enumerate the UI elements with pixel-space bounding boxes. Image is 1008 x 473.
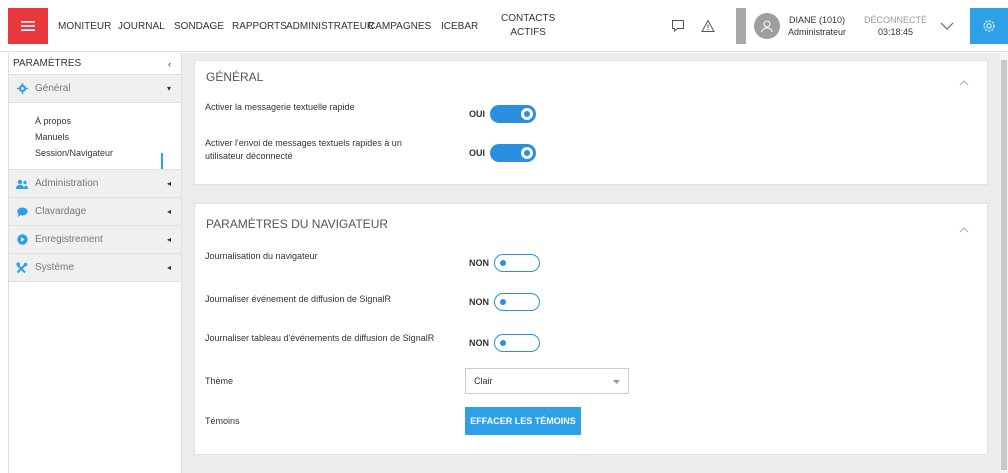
sidebar-item-label: Système bbox=[35, 262, 74, 273]
status-timer: 03:18:45 bbox=[877, 27, 914, 37]
gear-icon bbox=[983, 20, 995, 32]
nav-contacts-actifs[interactable]: CONTACTS ACTIFS bbox=[501, 0, 555, 52]
divider bbox=[736, 8, 746, 44]
nav-rapports[interactable]: RAPPORTS bbox=[232, 0, 287, 52]
toggle-state: NON bbox=[469, 338, 489, 348]
sidebar-subitem-manuels[interactable]: Manuels bbox=[35, 129, 181, 145]
tools-icon bbox=[15, 261, 29, 275]
setting-label: Journalisation du navigateur bbox=[205, 251, 318, 261]
nav-campagnes[interactable]: CAMPAGNES bbox=[368, 0, 431, 52]
toggle-switch[interactable] bbox=[494, 334, 540, 352]
theme-select-value: Clair bbox=[474, 376, 493, 386]
sidebar-subitem-a-propos[interactable]: À propos bbox=[35, 113, 181, 129]
active-indicator bbox=[161, 153, 163, 169]
cookies-label: Témoins bbox=[205, 416, 240, 426]
hamburger-icon bbox=[21, 21, 35, 31]
users-icon bbox=[15, 177, 29, 191]
signalr-event-toggle[interactable]: NON bbox=[469, 293, 540, 311]
user-name: DIANE (1010) bbox=[789, 15, 846, 25]
nav-icebar[interactable]: ICEBAR bbox=[441, 0, 478, 52]
toggle-switch[interactable] bbox=[490, 105, 537, 123]
toggle-state: OUI bbox=[469, 109, 486, 119]
chevron-up-icon[interactable] bbox=[959, 73, 969, 86]
caret-left-icon: ◂ bbox=[166, 263, 171, 272]
nav-sondage[interactable]: SONDAGE bbox=[174, 0, 224, 52]
settings-button[interactable] bbox=[970, 8, 1008, 44]
sidebar-item-enregistrement[interactable]: Enregistrement ◂ bbox=[9, 226, 181, 254]
toggle-switch[interactable] bbox=[490, 144, 537, 162]
user-role: Administrateur bbox=[788, 27, 847, 37]
chat-icon bbox=[15, 205, 29, 219]
message-icon[interactable] bbox=[666, 14, 690, 38]
status-dropdown[interactable] bbox=[940, 18, 954, 36]
toggle-state: OUI bbox=[469, 148, 486, 158]
record-icon bbox=[15, 233, 29, 247]
status-label: DÉCONNECTÉ bbox=[864, 15, 928, 25]
quick-messaging-toggle[interactable]: OUI bbox=[469, 105, 537, 123]
setting-label: Journaliser tableau d'événements de diff… bbox=[205, 333, 435, 343]
toggle-knob bbox=[520, 107, 535, 121]
sidebar-item-systeme[interactable]: Système ◂ bbox=[9, 254, 181, 282]
sidebar-item-clavardage[interactable]: Clavardage ◂ bbox=[9, 198, 181, 226]
toggle-knob bbox=[496, 336, 510, 350]
caret-left-icon: ◂ bbox=[166, 179, 171, 188]
scrollbar-thumb[interactable] bbox=[1001, 60, 1007, 470]
toggle-knob bbox=[496, 256, 510, 270]
sidebar-collapse-icon[interactable]: ‹ bbox=[168, 59, 171, 69]
setting-label-line2: utilisateur déconnecté bbox=[205, 151, 293, 161]
warning-icon[interactable] bbox=[696, 14, 720, 38]
sidebar-item-label: Général bbox=[35, 83, 71, 94]
chevron-down-icon bbox=[940, 22, 954, 30]
general-panel: GÉNÉRAL Activer la messagerie textuelle … bbox=[194, 60, 988, 185]
main-content: GÉNÉRAL Activer la messagerie textuelle … bbox=[182, 53, 1004, 473]
toggle-knob bbox=[520, 146, 535, 160]
signalr-array-toggle[interactable]: NON bbox=[469, 334, 540, 352]
caret-left-icon: ◂ bbox=[166, 207, 171, 216]
panel-title: GÉNÉRAL bbox=[206, 70, 264, 84]
toggle-state: NON bbox=[469, 297, 489, 307]
sidebar-item-label: Administration bbox=[35, 178, 99, 189]
sidebar-title-text: PARAMÈTRES bbox=[13, 58, 82, 69]
panel-title: PARAMÈTRES DU NAVIGATEUR bbox=[206, 217, 389, 231]
gear-icon bbox=[15, 82, 29, 96]
toggle-state: NON bbox=[469, 258, 489, 268]
theme-label: Thème bbox=[205, 376, 234, 386]
sidebar-title: PARAMÈTRES ‹ bbox=[9, 53, 181, 75]
offline-messaging-toggle[interactable]: OUI bbox=[469, 144, 537, 162]
clear-cookies-button[interactable]: EFFACER LES TÉMOINS bbox=[465, 407, 581, 435]
toggle-switch[interactable] bbox=[494, 254, 540, 272]
sidebar-submenu: À propos Manuels Session/Navigateur bbox=[9, 103, 181, 170]
nav-contacts-line2: ACTIFS bbox=[510, 27, 546, 38]
caret-left-icon: ◂ bbox=[166, 235, 171, 244]
sidebar-item-label: Clavardage bbox=[35, 206, 87, 217]
nav-contacts-line1: CONTACTS bbox=[501, 13, 556, 24]
agent-status[interactable]: DÉCONNECTÉ 03:18:45 bbox=[864, 14, 927, 38]
setting-label: Activer la messagerie textuelle rapide bbox=[205, 102, 355, 112]
browser-logging-toggle[interactable]: NON bbox=[469, 254, 540, 272]
caret-down-icon: ▾ bbox=[166, 84, 171, 93]
nav-administrateur[interactable]: ADMINISTRATEUR bbox=[286, 0, 374, 52]
nav-journal[interactable]: JOURNAL bbox=[118, 0, 165, 52]
top-bar: MONITEUR JOURNAL SONDAGE RAPPORTS ADMINI… bbox=[0, 0, 1008, 52]
sidebar-item-administration[interactable]: Administration ◂ bbox=[9, 170, 181, 198]
avatar[interactable] bbox=[754, 13, 780, 39]
menu-button[interactable] bbox=[8, 8, 48, 44]
user-info[interactable]: DIANE (1010) Administrateur bbox=[788, 14, 846, 38]
toggle-switch[interactable] bbox=[494, 293, 540, 311]
toggle-knob bbox=[496, 295, 510, 309]
chevron-up-icon[interactable] bbox=[959, 220, 969, 233]
setting-label: Activer l'envoi de messages textuels rap… bbox=[205, 137, 402, 163]
user-icon bbox=[761, 20, 773, 33]
sidebar-item-label: Enregistrement bbox=[35, 234, 103, 245]
browser-panel: PARAMÈTRES DU NAVIGATEUR Journalisation … bbox=[194, 203, 988, 455]
setting-label-line1: Activer l'envoi de messages textuels rap… bbox=[205, 138, 402, 148]
theme-select[interactable]: Clair bbox=[465, 368, 629, 394]
sidebar: PARAMÈTRES ‹ Général ▾ À propos Manuels … bbox=[8, 53, 182, 473]
caret-down-icon bbox=[613, 380, 620, 384]
sidebar-item-general[interactable]: Général ▾ bbox=[9, 75, 181, 103]
nav-moniteur[interactable]: MONITEUR bbox=[58, 0, 111, 52]
sidebar-subitem-session-navigateur[interactable]: Session/Navigateur bbox=[35, 145, 181, 161]
setting-label: Journaliser événement de diffusion de Si… bbox=[205, 294, 391, 304]
